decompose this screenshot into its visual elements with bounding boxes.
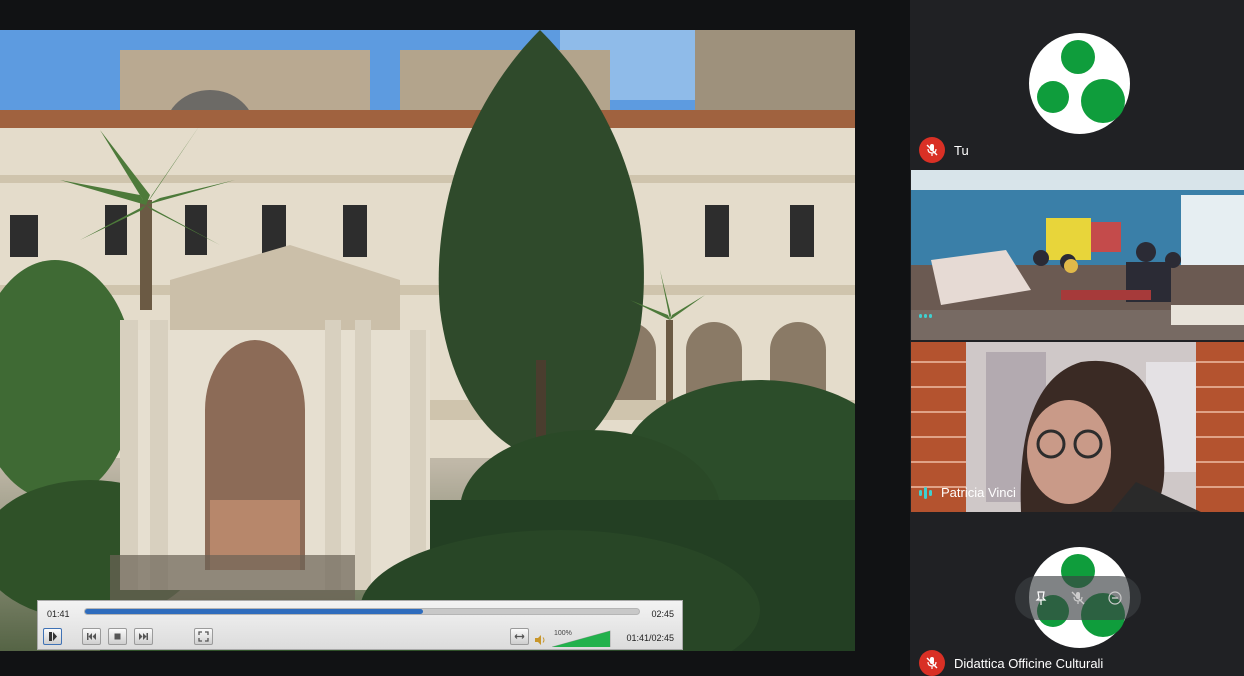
volume-icon[interactable] [534,634,546,646]
participant-name-row: Tu [919,137,969,163]
presentation-video[interactable] [0,30,855,651]
pin-button[interactable] [1031,588,1051,608]
cloister-photo [0,30,855,651]
skip-back-icon [87,633,96,640]
speaking-indicator-row [919,314,932,318]
participant-name-row: Patricia Vinci [919,485,1016,500]
participant-name: Tu [954,142,969,158]
participant-name: Patricia Vinci [941,485,1016,500]
total-time: 02:45 [651,609,674,619]
loop-icon [514,634,525,639]
skip-back-button[interactable] [82,628,101,645]
seek-bar-progress [85,609,423,614]
logo-icon [1037,40,1125,123]
loop-button[interactable] [510,628,529,645]
mic-off-icon [1071,591,1085,605]
mic-off-icon [919,137,945,163]
play-pause-icon [49,632,57,641]
volume-percent: 100% [554,630,572,637]
classroom-video [911,170,1244,340]
participant-tile-classroom[interactable] [911,170,1244,340]
fullscreen-icon [198,631,209,642]
speaking-indicator-icon [919,486,932,499]
stop-icon [114,633,121,640]
skip-forward-button[interactable] [134,628,153,645]
stop-button[interactable] [108,628,127,645]
media-player-bar: 01:41 02:45 100% 01:41/02:45 [37,600,683,650]
fullscreen-button[interactable] [194,628,213,645]
participants-panel: Tu Patricia Vinci Didattica Officine Cul… [911,0,1244,676]
seek-bar[interactable] [84,608,640,615]
participant-tile-patricia[interactable]: Patricia Vinci [911,342,1244,512]
participant-tile-didattica[interactable]: Didattica Officine Culturali [911,514,1244,676]
mute-participant-button[interactable] [1068,588,1088,608]
remove-circle-icon [1108,591,1122,605]
tile-hover-controls [1015,576,1141,620]
elapsed-time: 01:41 [47,609,70,619]
shared-screen-area: 01:41 02:45 100% 01:41/02:45 [0,0,910,676]
speaking-dots-icon [919,314,932,318]
pin-icon [1035,591,1047,605]
skip-forward-icon [139,633,148,640]
time-readout: 01:41/02:45 [626,633,674,643]
avatar [1029,33,1130,134]
remove-participant-button[interactable] [1105,588,1125,608]
participant-tile-tu[interactable]: Tu [911,0,1244,168]
mic-off-icon [919,650,945,676]
play-pause-button[interactable] [43,628,62,645]
participant-name-row: Didattica Officine Culturali [919,650,1103,676]
participant-name: Didattica Officine Culturali [954,655,1104,671]
